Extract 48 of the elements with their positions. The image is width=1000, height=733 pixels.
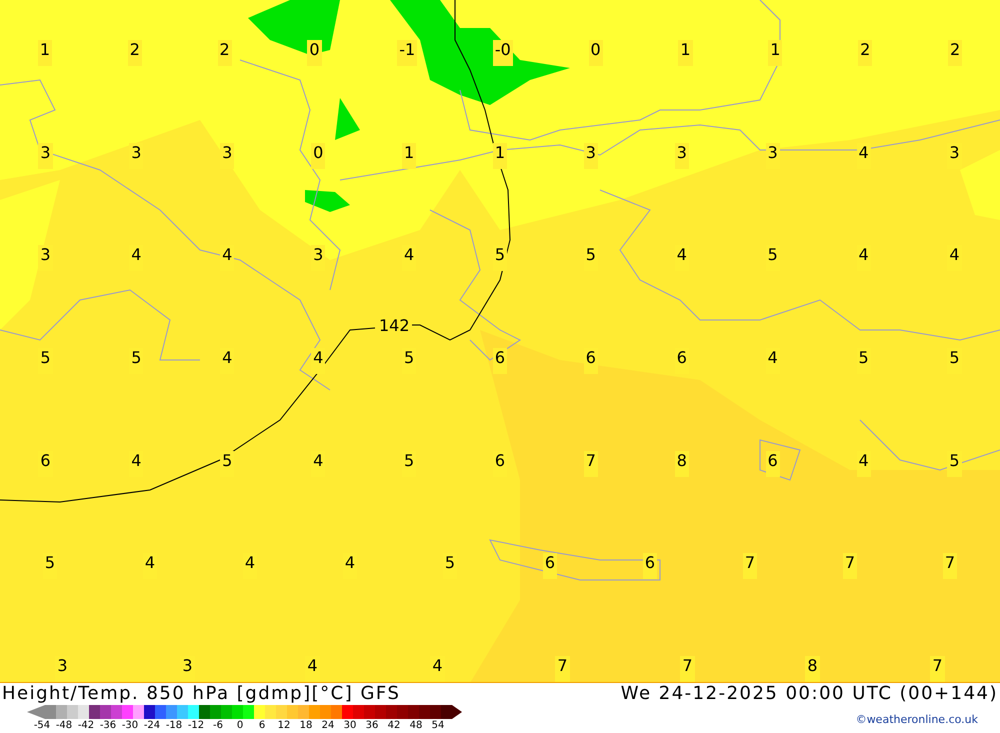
temperature-value: 8 [805,656,820,682]
legend-tick: 54 [430,719,446,732]
chart-title: Height/Temp. 850 hPa [gdmp][°C] GFS [2,683,400,705]
legend-tick: -30 [120,719,140,732]
temperature-value: 0 [307,40,322,66]
temperature-value: 7 [942,553,958,580]
temperature-value: 7 [742,553,758,580]
temperature-value: 2 [858,40,872,66]
temperature-value: 2 [128,40,142,66]
legend-tick: 42 [386,719,402,732]
temperature-value: 1 [38,40,52,66]
temperature-value: 7 [930,656,945,682]
temperature-value: 4 [311,348,326,374]
temperature-value: 3 [220,142,234,169]
legend-tick: -6 [212,719,224,732]
legend-tick: 18 [298,719,314,732]
legend-tick: -24 [142,719,162,732]
legend-tick: -42 [76,719,96,732]
legend-tick: 30 [342,719,358,732]
temperature-value: -1 [397,40,418,66]
temperature-value: 2 [948,40,962,66]
temperature-value: 7 [555,656,570,682]
temperature-value: 3 [38,142,53,169]
legend-arrow-icon [27,705,45,719]
legend-tick: -18 [164,719,184,732]
legend-tick: 6 [258,719,266,732]
temperature-value: 1 [678,40,693,66]
legend-tick: 0 [236,719,244,732]
credit-link[interactable]: ©weatheronline.co.uk [856,713,978,726]
temperature-value: -0 [492,40,513,66]
legend-tick: -12 [186,719,206,732]
temperature-value: 0 [588,40,603,66]
legend-tick: 12 [276,719,292,732]
valid-time: We 24-12-2025 00:00 UTC (00+144) [620,683,998,705]
temperature-value: 0 [311,142,326,169]
legend-tick: 24 [320,719,336,732]
temperature-value: 6 [642,553,658,580]
legend-tick: -48 [54,719,74,732]
legend-tick: 48 [408,719,424,732]
temperature-value: 7 [842,553,858,580]
legend-arrow-icon [452,705,462,719]
legend-tick: -54 [32,719,52,732]
legend-tick: 36 [364,719,380,732]
temperature-value: 7 [680,656,695,682]
temperature-value: 1 [768,40,782,66]
temperature-value: 6 [542,553,558,580]
temperature-value: 2 [218,40,232,66]
legend-tick: -36 [98,719,118,732]
